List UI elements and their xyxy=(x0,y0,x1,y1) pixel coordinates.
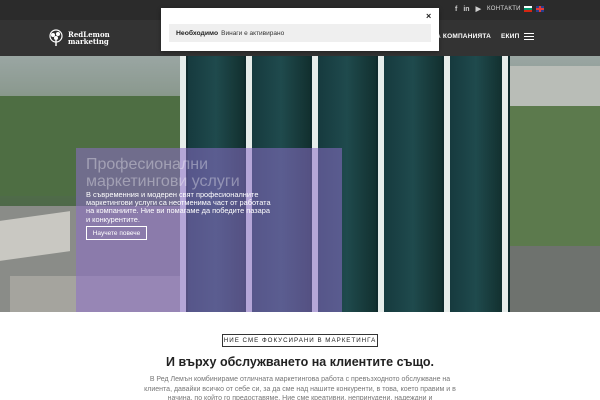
contacts-link[interactable]: КОНТАКТИ xyxy=(487,6,521,12)
tower-fin xyxy=(378,56,384,312)
cookie-category-status: Винаги е активирано xyxy=(221,29,285,37)
hero-hill-right xyxy=(500,106,600,246)
section-tag: НИЕ СМЕ ФОКУСИРАНИ В МАРКЕТИНГА xyxy=(222,334,378,347)
english-flag-icon[interactable] xyxy=(536,6,544,12)
nav-item-company[interactable]: А КОМПАНИЯТА xyxy=(436,33,491,40)
hero-lot-right xyxy=(500,246,600,312)
nav-links: А КОМПАНИЯТА ЕКИП xyxy=(436,33,519,40)
tower-fin xyxy=(502,56,508,312)
youtube-icon[interactable]: ▶ xyxy=(476,5,481,15)
hero-title: Професионални маркетингови услуги xyxy=(86,156,240,190)
social-links: f in ▶ xyxy=(455,5,481,15)
logo-text: RedLemon marketing xyxy=(68,31,110,45)
nav-item-team[interactable]: ЕКИП xyxy=(501,33,519,40)
bulgarian-flag-icon[interactable] xyxy=(524,6,532,12)
tower-pane xyxy=(450,56,502,312)
section-paragraph: В Ред Лемън комбинираме отличната маркет… xyxy=(144,376,456,400)
cookie-settings-popup: × Необходимо Винаги е активирано xyxy=(161,8,439,51)
tower-pane xyxy=(384,56,442,312)
hamburger-menu-icon[interactable] xyxy=(524,33,534,40)
linkedin-icon[interactable]: in xyxy=(463,5,469,15)
tower-fin xyxy=(444,56,450,312)
page: Професионални маркетингови услуги В съвр… xyxy=(0,0,600,400)
cookie-category-label: Необходимо xyxy=(176,29,219,37)
language-switcher xyxy=(524,6,544,12)
logo[interactable]: RedLemon marketing xyxy=(47,29,110,47)
close-icon[interactable]: × xyxy=(426,11,431,21)
cookie-category-row[interactable]: Необходимо Винаги е активирано xyxy=(169,24,431,42)
tree-logo-icon xyxy=(49,29,63,46)
logo-line2: marketing xyxy=(68,37,109,46)
section-heading: И върху обслужването на клиентите също. xyxy=(166,355,434,369)
hero-buildings-right xyxy=(505,66,600,111)
hero-text: В съвременния и модерен свят професионал… xyxy=(86,190,271,224)
facebook-icon[interactable]: f xyxy=(455,5,457,15)
learn-more-button[interactable]: Научете повече xyxy=(86,226,147,240)
